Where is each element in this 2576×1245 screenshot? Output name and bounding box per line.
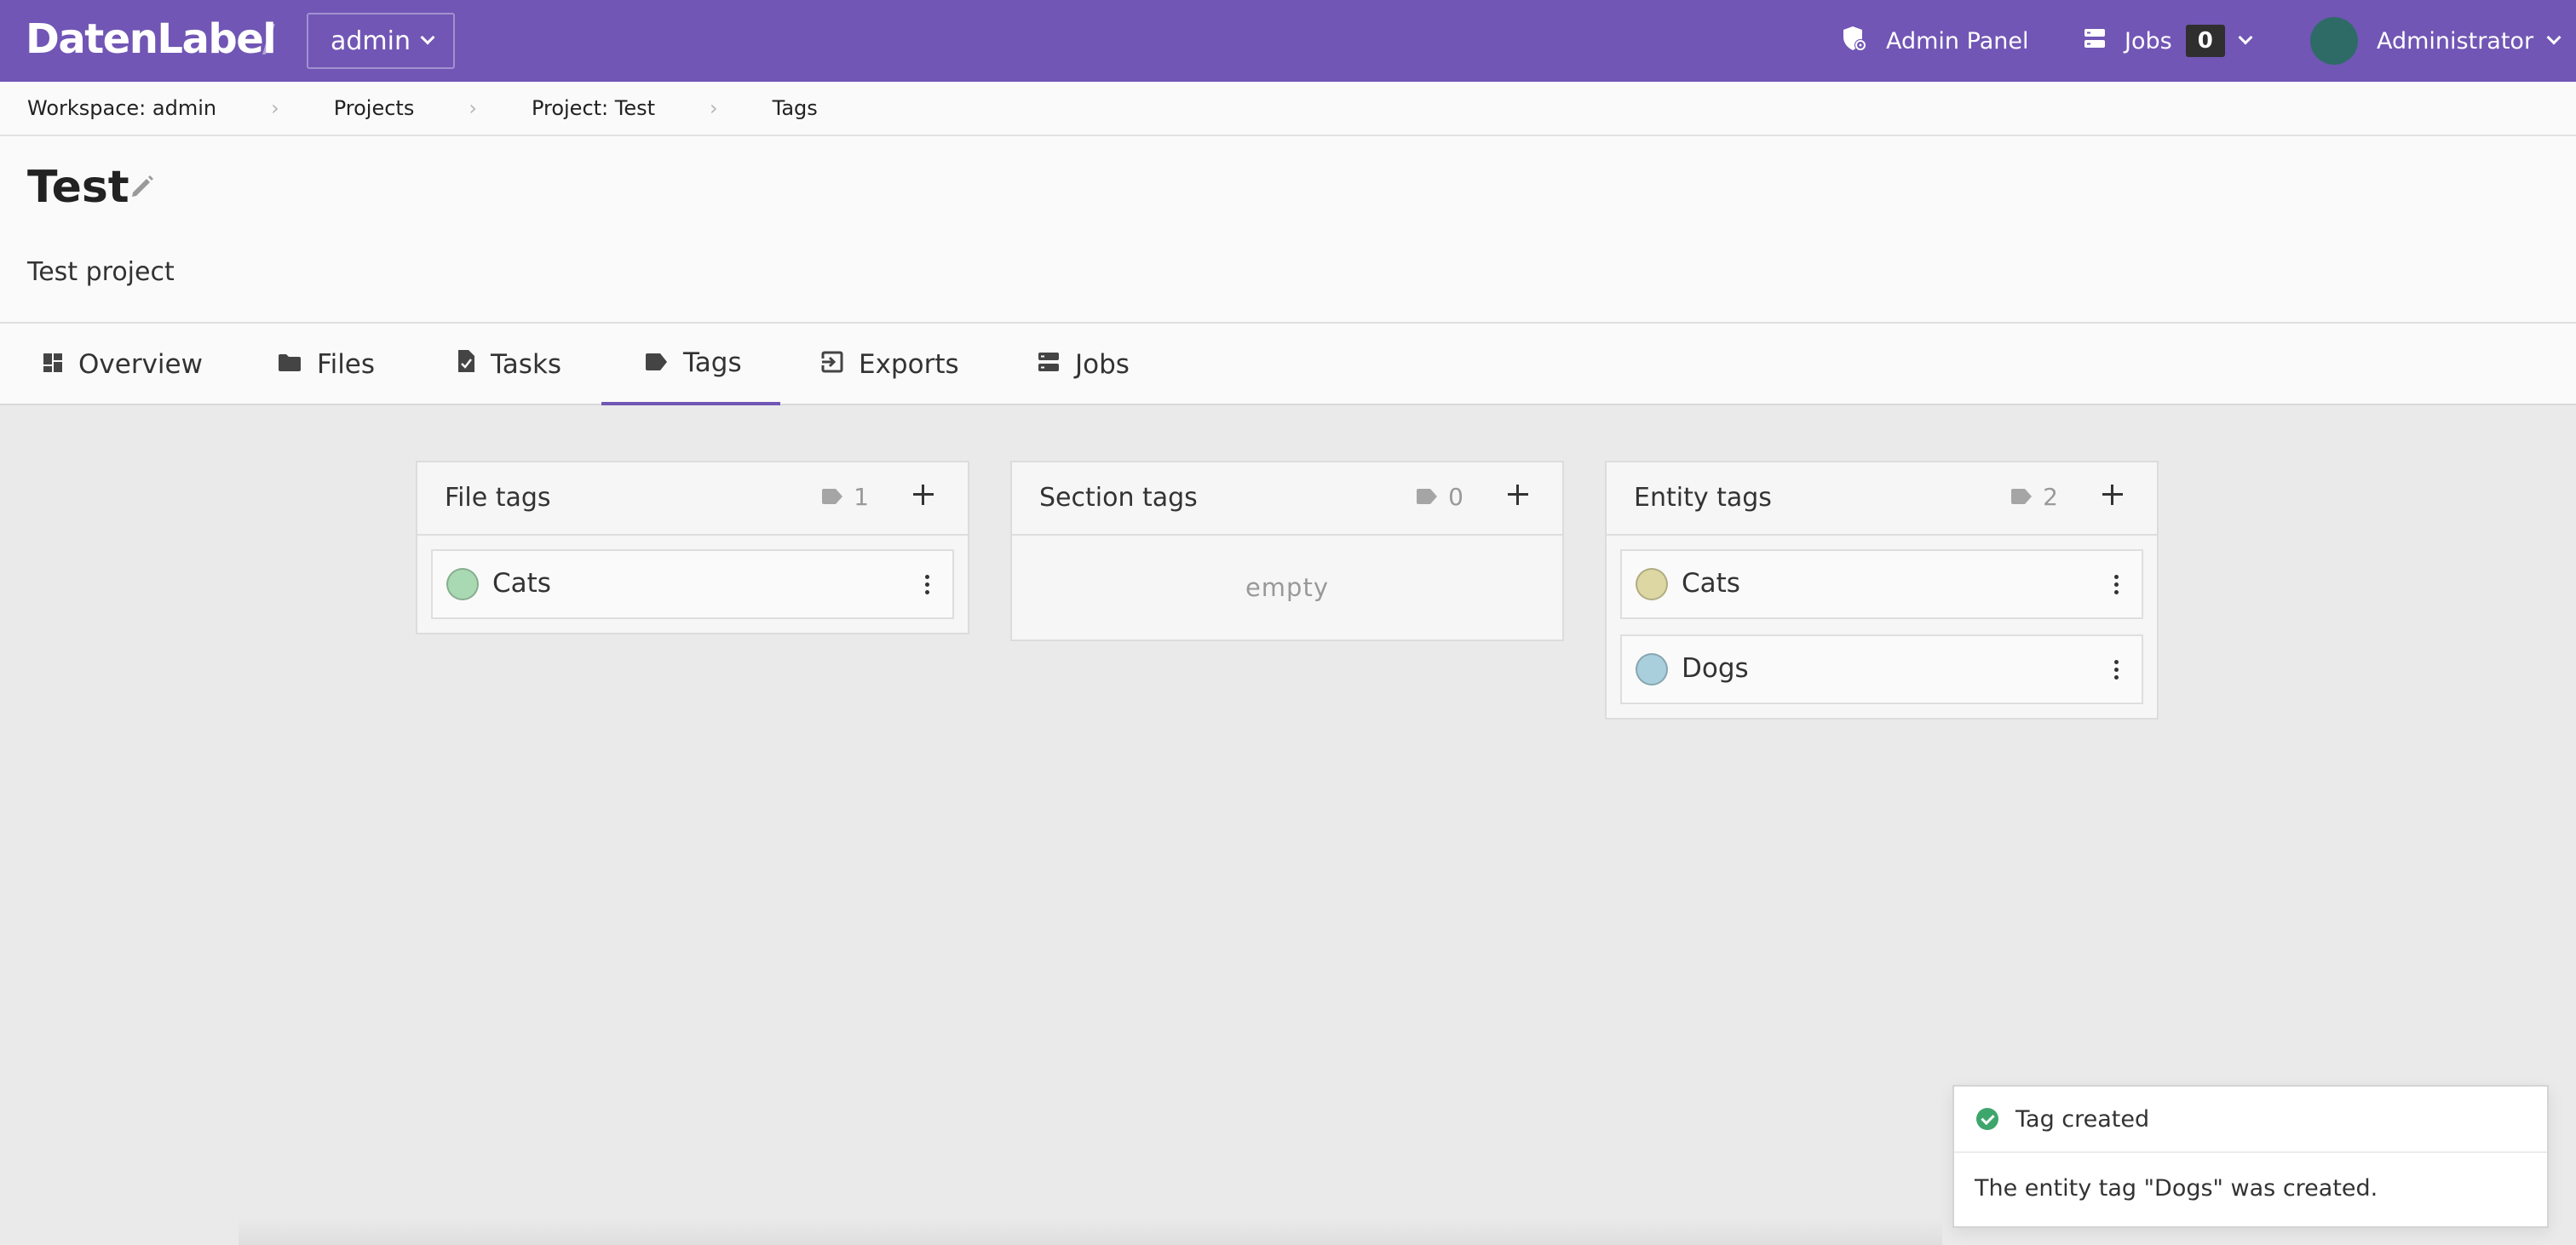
jobs-count-badge: 0 (2185, 25, 2225, 57)
more-vertical-icon[interactable] (2114, 575, 2119, 595)
tag-name: Cats (492, 568, 551, 599)
jobs-menu[interactable]: Jobs 0 (2084, 0, 2253, 82)
shield-gear-icon (1842, 25, 1867, 58)
top-navbar: DatenLabel / admin Admin Panel Jobs 0 Ad… (0, 0, 2576, 82)
chevron-down-icon (2238, 30, 2253, 45)
project-tabs: Overview Files Tasks Tags Exports Jobs (0, 324, 2576, 405)
add-tag-button[interactable] (1508, 485, 1528, 505)
chevron-down-icon (2546, 30, 2562, 45)
breadcrumb-separator: › (271, 96, 279, 120)
breadcrumb-separator: › (710, 96, 718, 120)
add-tag-button[interactable] (2102, 485, 2123, 505)
card-header: Section tags 0 (1012, 462, 1562, 536)
server-icon (1038, 349, 1060, 380)
tab-label: Overview (78, 349, 203, 380)
tag-count: 2 (2010, 483, 2058, 511)
empty-state: empty (1245, 573, 1330, 602)
tab-overview[interactable]: Overview (43, 324, 203, 405)
tag-count: 0 (1416, 483, 1463, 511)
tab-files[interactable]: Files (278, 324, 375, 405)
export-icon (821, 349, 843, 380)
task-file-icon (457, 349, 475, 380)
tag-name: Dogs (1682, 653, 1749, 684)
footer-shadow (239, 1218, 1942, 1245)
project-header: Test Test project (0, 136, 2576, 324)
folder-icon (278, 349, 302, 380)
toast-notification[interactable]: Tag created The entity tag "Dogs" was cr… (1952, 1085, 2549, 1228)
user-name: Administrator (2377, 27, 2534, 55)
breadcrumb-project[interactable]: Project: Test (532, 96, 655, 120)
more-vertical-icon[interactable] (2114, 660, 2119, 680)
breadcrumb-projects[interactable]: Projects (334, 96, 415, 120)
section-tags-card: Section tags 0 empty (1010, 461, 1564, 641)
list-item[interactable]: Cats (431, 549, 954, 619)
admin-panel-link[interactable]: Admin Panel (1842, 0, 2028, 82)
tab-label: Jobs (1075, 349, 1130, 380)
brand-separator: / (262, 17, 275, 60)
tag-count-value: 2 (2043, 483, 2058, 511)
workspace-selector[interactable]: admin (307, 13, 455, 69)
entity-tags-card: Entity tags 2 Cats Dogs (1605, 461, 2159, 720)
tab-exports[interactable]: Exports (821, 324, 959, 405)
breadcrumb-separator: › (469, 96, 477, 120)
edit-pencil-icon[interactable] (128, 172, 157, 204)
user-menu[interactable]: Administrator (2310, 0, 2562, 82)
tag-color-dot (1636, 568, 1668, 600)
project-description: Test project (27, 257, 175, 287)
tag-icon (821, 483, 843, 511)
workspace-name: admin (331, 26, 411, 56)
toast-title: Tag created (2015, 1105, 2150, 1133)
list-item[interactable]: Cats (1620, 549, 2143, 619)
add-tag-button[interactable] (913, 485, 934, 505)
tab-jobs[interactable]: Jobs (1038, 324, 1130, 405)
card-header: File tags 1 (417, 462, 968, 536)
tag-count-value: 1 (854, 483, 869, 511)
server-icon (2084, 27, 2106, 55)
tag-icon (2010, 483, 2033, 511)
tab-tasks[interactable]: Tasks (457, 324, 561, 405)
tag-list: Cats Dogs (1607, 536, 2157, 718)
list-item[interactable]: Dogs (1620, 634, 2143, 704)
card-title: Entity tags (1634, 483, 1772, 513)
jobs-label: Jobs (2125, 27, 2172, 55)
breadcrumb-current: Tags (772, 96, 818, 120)
tag-count: 1 (821, 483, 869, 511)
breadcrumb: Workspace: admin › Projects › Project: T… (0, 82, 2576, 136)
card-header: Entity tags 2 (1607, 462, 2157, 536)
breadcrumb-workspace[interactable]: Workspace: admin (27, 96, 216, 120)
tab-label: Exports (859, 349, 959, 380)
tab-label: Tasks (491, 349, 562, 380)
admin-panel-label: Admin Panel (1886, 27, 2029, 55)
toast-message: The entity tag "Dogs" was created. (1975, 1175, 2378, 1202)
page-title: Test (27, 162, 129, 213)
chevron-down-icon (420, 30, 435, 45)
tag-count-value: 0 (1448, 483, 1463, 511)
tag-icon (1416, 483, 1438, 511)
avatar (2310, 17, 2358, 65)
file-tags-card: File tags 1 Cats (416, 461, 969, 634)
tag-name: Cats (1682, 568, 1740, 599)
tab-label: Tags (683, 347, 742, 378)
tag-icon (644, 347, 668, 378)
brand-logo[interactable]: DatenLabel (26, 15, 277, 63)
dashboard-icon (43, 349, 63, 380)
tag-list: Cats (417, 536, 968, 633)
tab-tags[interactable]: Tags (601, 324, 780, 405)
check-circle-icon (1976, 1108, 1998, 1130)
tag-color-dot (1636, 653, 1668, 686)
card-title: Section tags (1039, 483, 1198, 513)
tab-label: Files (317, 349, 376, 380)
tag-color-dot (446, 568, 479, 600)
toast-header: Tag created (1954, 1087, 2547, 1153)
card-title: File tags (445, 483, 551, 513)
more-vertical-icon[interactable] (925, 575, 930, 595)
